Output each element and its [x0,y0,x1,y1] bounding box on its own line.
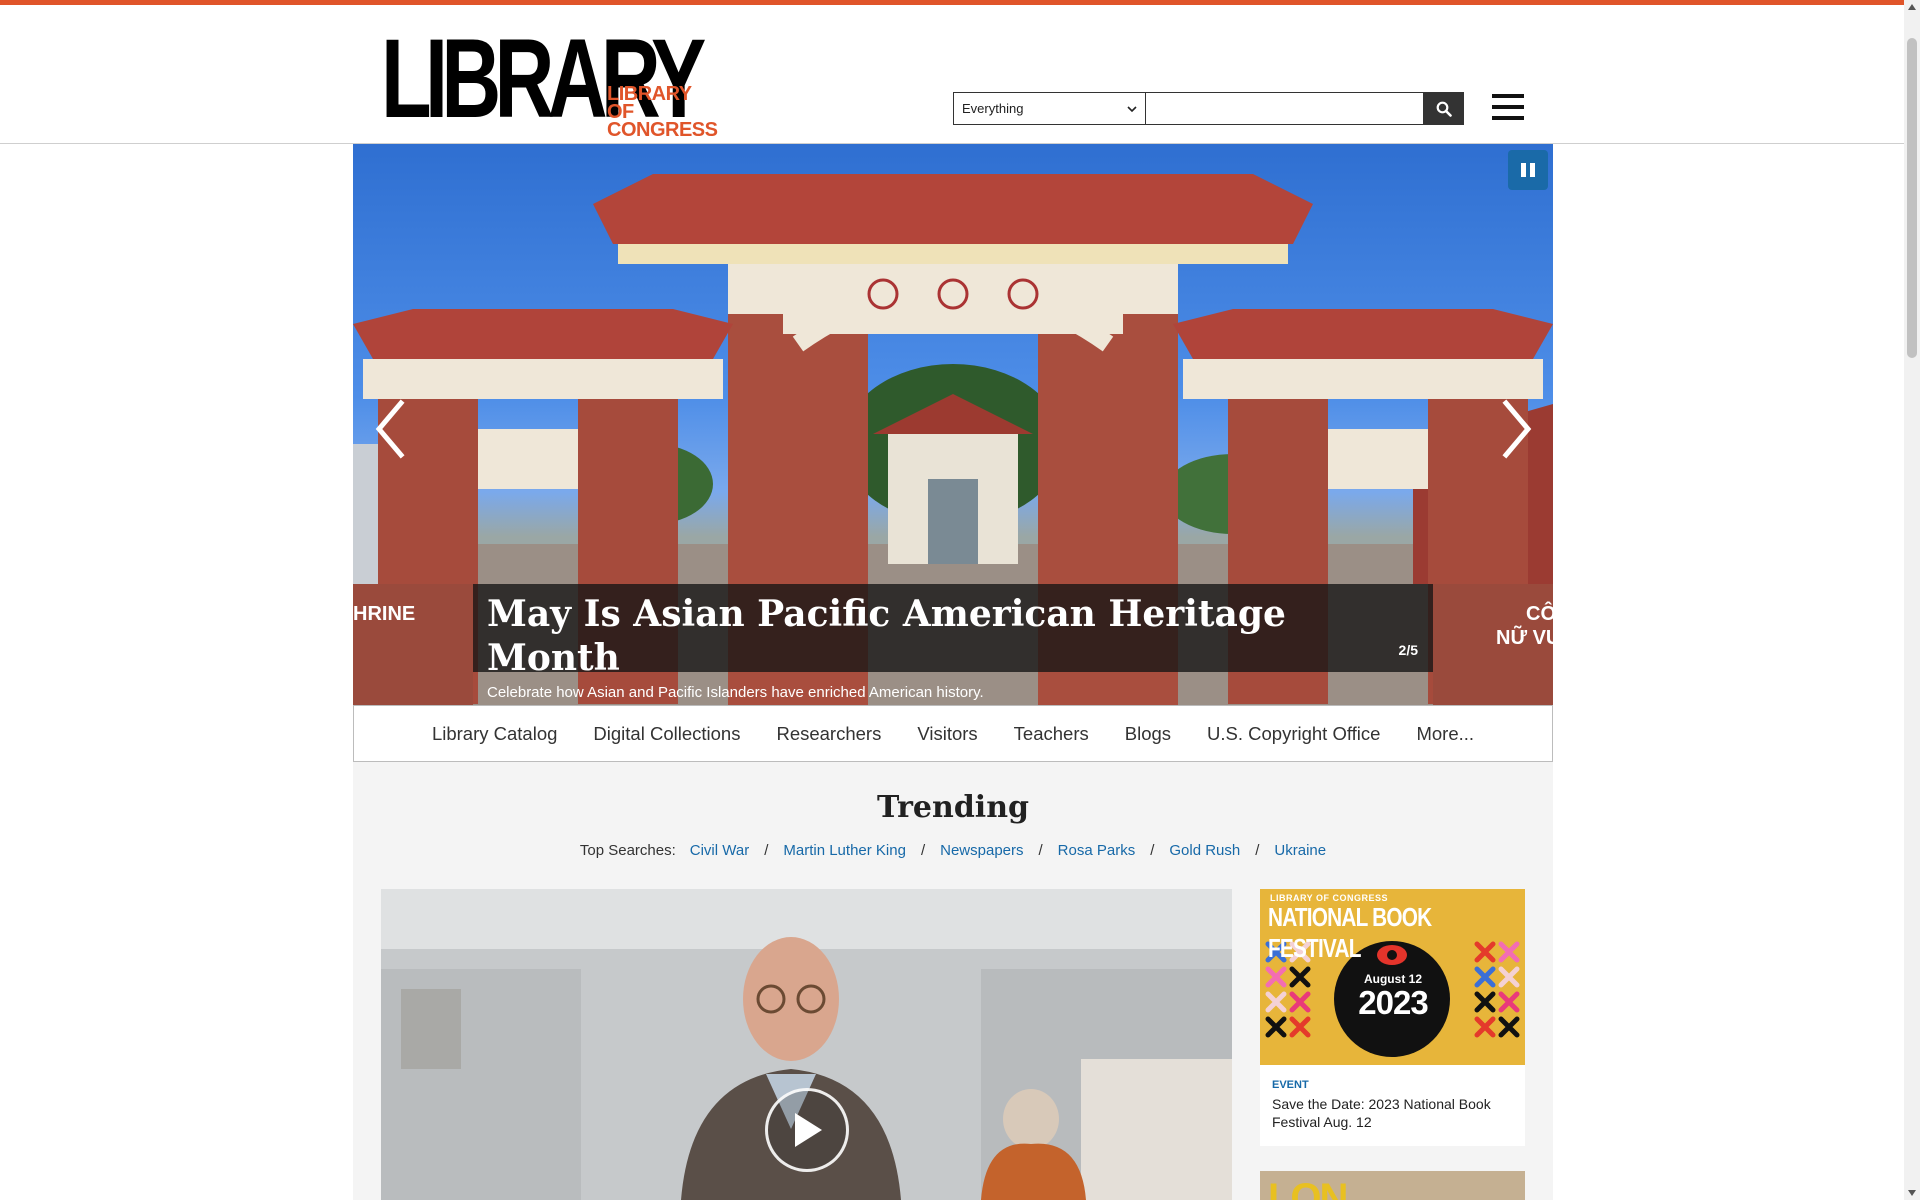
separator: / [1038,842,1043,859]
sign-right-text-1: CÔ [1526,601,1553,625]
carousel-pause-button[interactable] [1508,150,1548,190]
hero-caption[interactable]: May Is Asian Pacific American Heritage M… [473,584,1433,701]
pause-icon [1521,163,1526,177]
secondary-card[interactable]: LON [1260,1171,1525,1200]
sign-left-text: HRINE [353,603,415,625]
carousel-prev-button[interactable] [371,399,411,459]
top-searches: Top Searches: Civil War / Martin Luther … [353,842,1553,859]
chevron-down-icon [1127,102,1137,116]
separator: / [1255,842,1260,859]
search-link-gold-rush[interactable]: Gold Rush [1169,842,1240,859]
site-header: LIBRARY LIBRARY OF CONGRESS Everything [0,5,1904,144]
play-icon [795,1113,822,1147]
event-card-image: LIBRARY OF CONGRESS NATIONAL BOOK FESTIV… [1260,889,1525,1065]
audience-nav: Library Catalog Digital Collections Rese… [353,705,1553,762]
nav-digital-collections[interactable]: Digital Collections [575,723,758,745]
carousel-counter: 2/5 [1398,642,1418,658]
featured-video[interactable] [381,889,1232,1200]
search-button[interactable] [1424,92,1464,125]
search-link-newspapers[interactable]: Newspapers [940,842,1023,859]
search-scope-value: Everything [962,101,1024,116]
event-card-title[interactable]: Save the Date: 2023 National Book Festiv… [1272,1095,1517,1131]
top-searches-label: Top Searches: [579,842,676,859]
library-of-congress-logo[interactable]: LIBRARY LIBRARY OF CONGRESS [381,23,749,141]
scroll-down-icon[interactable] [1908,1190,1916,1196]
separator: / [920,842,926,859]
festival-title: NATIONAL BOOK FESTIVAL [1268,902,1432,963]
nav-researchers[interactable]: Researchers [758,723,899,745]
chevron-right-icon [1502,399,1532,459]
nav-library-catalog[interactable]: Library Catalog [414,723,575,745]
page-scrollbar[interactable] [1904,0,1920,1200]
scrollbar-thumb[interactable] [1907,38,1917,358]
hamburger-icon[interactable] [1492,94,1524,120]
scroll-up-icon[interactable] [1908,4,1916,10]
sign-right-text-2: NỮ VU [1496,625,1553,649]
logo-subtitle-line2: OF CONGRESS [607,101,718,141]
search-scope-select[interactable]: Everything [953,92,1146,125]
search-link-ukraine[interactable]: Ukraine [1274,842,1326,859]
festival-year: 2023 [1358,984,1428,1021]
search-input[interactable] [1146,92,1424,125]
hero-subtitle: Celebrate how Asian and Pacific Islander… [487,684,984,701]
search-icon [1436,101,1452,117]
search-link-civil-war[interactable]: Civil War [690,842,749,859]
logo-subtitle: LIBRARY OF CONGRESS [607,84,749,141]
trending-heading: Trending [876,790,1029,825]
event-card[interactable]: LIBRARY OF CONGRESS NATIONAL BOOK FESTIV… [1260,889,1525,1146]
hero-carousel: HRINE CÔ NỮ VU May Is Asian Pacific Amer… [353,144,1553,705]
hero-title[interactable]: May Is Asian Pacific American Heritage M… [487,592,1419,680]
nav-blogs[interactable]: Blogs [1107,723,1189,745]
main-content: HRINE CÔ NỮ VU May Is Asian Pacific Amer… [353,144,1553,1200]
separator: / [1150,842,1155,859]
chevron-left-icon [375,399,405,459]
search-bar: Everything [953,92,1464,125]
video-play-button[interactable] [765,1088,849,1172]
nav-copyright-office[interactable]: U.S. Copyright Office [1189,723,1398,745]
search-link-martin-luther-king[interactable]: Martin Luther King [783,842,906,859]
nav-visitors[interactable]: Visitors [899,723,995,745]
event-card-kicker: EVENT [1272,1079,1309,1091]
separator: / [764,842,769,859]
carousel-next-button[interactable] [1496,399,1536,459]
nav-teachers[interactable]: Teachers [996,723,1107,745]
secondary-card-text: LON [1268,1176,1348,1200]
search-link-rosa-parks[interactable]: Rosa Parks [1058,842,1136,859]
nav-more[interactable]: More... [1398,723,1492,745]
